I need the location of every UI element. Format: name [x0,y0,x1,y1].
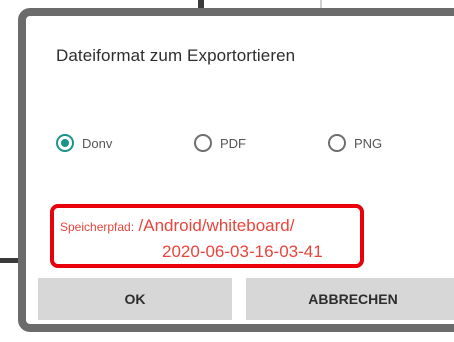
save-path-highlight: Speicherpfad: /Android/whiteboard/ 2020-… [50,204,364,268]
format-option-pdf[interactable]: PDF [194,134,246,152]
save-path-row: Speicherpfad: /Android/whiteboard/ [60,216,294,236]
ok-button[interactable]: OK [38,278,232,320]
format-option-png[interactable]: PNG [328,134,382,152]
save-path-label: Speicherpfad: [60,220,135,234]
format-option-label: Donv [82,135,113,151]
save-path-filename: 2020-06-03-16-03-41 [162,242,323,261]
format-option-label: PNG [354,135,383,151]
format-option-label: PDF [220,135,246,151]
radio-checked-icon[interactable] [56,134,74,152]
dialog-title: Dateiformat zum Exportortieren [56,46,296,65]
format-option-donv[interactable]: Donv [56,134,112,152]
radio-unchecked-icon[interactable] [328,134,346,152]
export-format-dialog: Dateiformat zum Exportortieren Donv PDF … [18,8,454,332]
save-path-value: /Android/whiteboard/ [138,216,295,235]
radio-unchecked-icon[interactable] [194,134,212,152]
format-radio-group: Donv PDF PNG [56,134,454,164]
cancel-button[interactable]: ABBRECHEN [246,278,454,320]
